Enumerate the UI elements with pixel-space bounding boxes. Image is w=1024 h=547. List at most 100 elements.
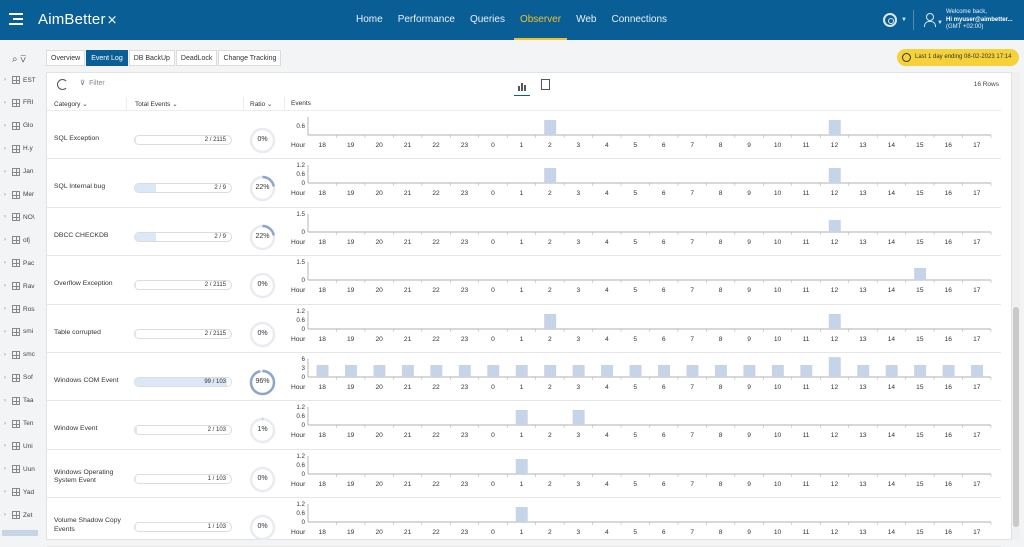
hour-tick-label: 16 (945, 142, 953, 149)
sidebar-item[interactable]: ›Uun (4, 462, 35, 476)
chevron-right-icon[interactable]: › (4, 283, 12, 289)
tab-db-backup[interactable]: DB BackUp (129, 50, 175, 66)
logo[interactable]: AimBetter⨯ (38, 11, 118, 28)
hour-tick-label: 5 (633, 384, 637, 391)
hour-tick-label: 6 (662, 529, 666, 536)
sidebar-item[interactable]: ›Zet (4, 508, 32, 522)
sidebar-item[interactable]: ›Sof (4, 371, 33, 385)
sidebar-item[interactable]: ›Pac (4, 256, 34, 270)
nav-performance[interactable]: Performance (392, 0, 461, 40)
hour-tick-label: 4 (605, 287, 609, 294)
sidebar-item[interactable]: ›Yad (4, 485, 34, 499)
chevron-right-icon[interactable]: › (4, 329, 12, 335)
sidebar-item[interactable]: ›EST (4, 73, 36, 87)
nav-home[interactable]: Home (350, 0, 389, 40)
table-row[interactable]: Volume Shadow Copy Events1 / 1030%1.20.6… (47, 498, 1001, 546)
chart-view-icon[interactable] (514, 78, 530, 96)
user-greeting[interactable]: Welcome back, Hi myuser@aimbetter... (GM… (946, 9, 1013, 32)
sidebar-item[interactable]: ›H.y (4, 142, 33, 156)
hour-tick-label: 16 (945, 190, 953, 197)
chevron-right-icon[interactable]: › (4, 352, 12, 358)
date-range-pill[interactable]: Last 1 day ending 08-02-2023 17:14 (897, 49, 1019, 66)
table-row[interactable]: DBCC CHECKDB2 / 922%1.501819202122230123… (47, 208, 1001, 256)
event-category: Table corrupted (54, 329, 129, 338)
menu-icon[interactable] (9, 13, 23, 25)
gear-icon[interactable] (883, 13, 897, 27)
chevron-right-icon[interactable]: › (4, 512, 12, 518)
nav-observer[interactable]: Observer (514, 0, 567, 40)
sidebar-item[interactable]: ›Rav (4, 279, 35, 293)
chevron-right-icon[interactable]: › (4, 489, 12, 495)
sidebar-item[interactable]: ›smc (4, 348, 35, 362)
chevron-right-icon[interactable]: › (4, 237, 12, 243)
sidebar-item[interactable]: ›ofj (4, 233, 30, 247)
sidebar-item[interactable]: ›Mer (4, 188, 34, 202)
tab-overview[interactable]: Overview (46, 50, 85, 66)
chevron-right-icon[interactable]: › (4, 169, 12, 175)
refresh-icon[interactable] (57, 79, 68, 90)
hour-tick-label: 6 (662, 239, 666, 246)
hour-tick-label: 15 (916, 481, 924, 488)
hour-tick-label: 1 (520, 384, 524, 391)
chevron-right-icon[interactable]: › (4, 123, 12, 129)
chevron-right-icon[interactable]: › (4, 100, 12, 106)
chevron-right-icon[interactable]: › (4, 443, 12, 449)
hour-tick-label: 1 (520, 190, 524, 197)
tab-event-log[interactable]: Event Log (86, 50, 128, 66)
tab-deadlock[interactable]: DeadLock (176, 50, 218, 66)
sidebar-item[interactable]: ›Glo (4, 119, 33, 133)
sidebar-item[interactable]: ›Taa (4, 394, 33, 408)
column-category[interactable]: Category ⌄ (54, 100, 88, 108)
table-row[interactable]: SQL Exception2 / 21150%0.618192021222301… (47, 111, 1001, 159)
event-bar (800, 365, 812, 377)
nav-connections[interactable]: Connections (605, 0, 673, 40)
nav-queries[interactable]: Queries (464, 0, 511, 40)
sidebar-item[interactable]: ›Ros (4, 302, 35, 316)
sidebar-item[interactable]: ›Ten (4, 417, 33, 431)
column-total[interactable]: Total Events ⌄ (135, 100, 178, 108)
filter-icon[interactable]: ⊽ (20, 54, 26, 65)
filter-button[interactable]: ⊽Filter (80, 79, 105, 87)
user-icon[interactable] (924, 13, 934, 27)
event-bar (544, 168, 556, 183)
hour-tick-label: 23 (461, 287, 469, 294)
chevron-right-icon[interactable]: › (4, 214, 12, 220)
hour-tick-label: 14 (888, 239, 896, 246)
table-row[interactable]: SQL Internal bug2 / 922%1.20.60181920212… (47, 159, 1001, 207)
event-bar (943, 365, 955, 377)
chevron-right-icon[interactable]: › (4, 375, 12, 381)
chevron-right-icon[interactable]: › (4, 77, 12, 83)
chevron-right-icon[interactable]: › (4, 306, 12, 312)
chevron-right-icon[interactable]: › (4, 466, 12, 472)
table-row[interactable]: Window Event2 / 1031%1.20.60181920212223… (47, 401, 1001, 449)
chevron-right-icon[interactable]: › (4, 421, 12, 427)
scrollbar[interactable] (1012, 72, 1020, 540)
search-icon[interactable]: ⌕ (12, 54, 18, 65)
chevron-right-icon[interactable]: › (4, 398, 12, 404)
chevron-right-icon[interactable]: › (4, 192, 12, 198)
table-row[interactable]: Windows Operating System Event1 / 1030%1… (47, 450, 1001, 498)
table-row[interactable]: Table corrupted2 / 21150%1.20.6018192021… (47, 305, 1001, 353)
database-icon (12, 420, 20, 428)
hour-tick-label: 6 (662, 287, 666, 294)
chevron-down-icon[interactable]: ▼ (937, 20, 943, 26)
sidebar-item[interactable]: ›FRI (4, 96, 33, 110)
hour-tick-label: 10 (774, 529, 782, 536)
welcome-text: Welcome back, (946, 9, 1013, 17)
scrollbar-thumb[interactable] (1013, 307, 1019, 527)
hour-tick-label: 6 (662, 190, 666, 197)
report-view-icon[interactable] (541, 79, 550, 90)
tab-change-tracking[interactable]: Change Tracking (218, 50, 281, 66)
column-ratio[interactable]: Ratio ⌄ (250, 100, 272, 108)
table-row[interactable]: Windows COM Event99 / 10396%630181920212… (47, 353, 1001, 401)
sidebar-item[interactable]: ›NO\ (4, 210, 35, 224)
sidebar-item[interactable]: ›Uni (4, 439, 33, 453)
table-row[interactable]: Overflow Exception2 / 21150%1.5018192021… (47, 256, 1001, 304)
nav-web[interactable]: Web (570, 0, 602, 40)
chevron-right-icon[interactable]: › (4, 260, 12, 266)
sidebar-item[interactable]: ›Jan (4, 165, 33, 179)
database-icon (12, 76, 20, 84)
chevron-down-icon[interactable]: ▼ (901, 17, 907, 23)
chevron-right-icon[interactable]: › (4, 146, 12, 152)
sidebar-item[interactable]: ›smi (4, 325, 33, 339)
